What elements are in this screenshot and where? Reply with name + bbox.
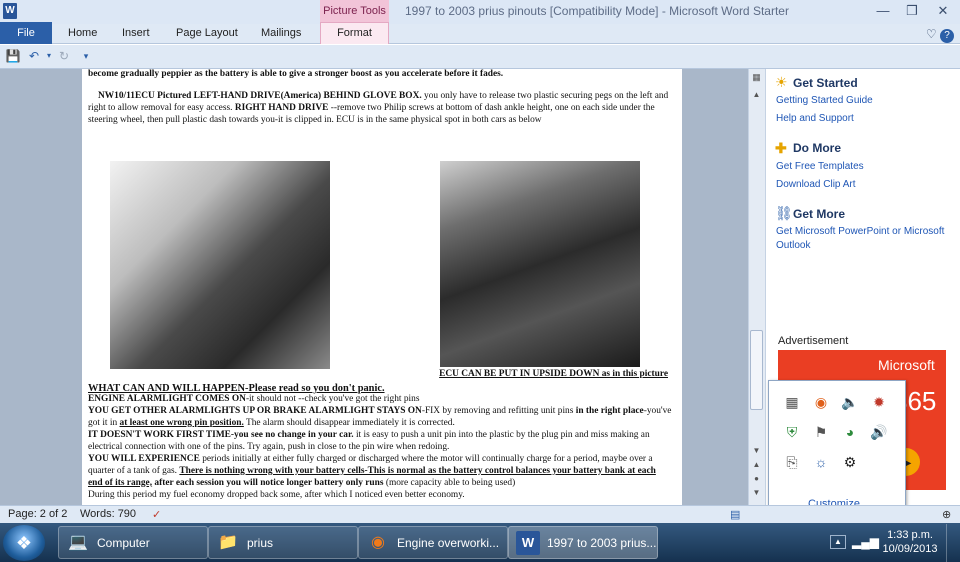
- minimize-ribbon-icon[interactable]: ♡: [926, 27, 937, 41]
- proofing-icon[interactable]: ✓: [152, 508, 161, 521]
- advertisement-label: Advertisement: [778, 335, 849, 347]
- word-app-icon[interactable]: W: [3, 3, 17, 19]
- clock-date: 10/09/2013: [882, 543, 938, 556]
- redo-icon[interactable]: ↻: [56, 48, 72, 64]
- status-bar: [0, 505, 960, 523]
- status-word-count[interactable]: Words: 790: [80, 508, 136, 520]
- link-help-and-support[interactable]: Help and Support: [776, 112, 854, 126]
- link-get-free-templates[interactable]: Get Free Templates: [776, 160, 864, 174]
- close-button[interactable]: ✕: [928, 2, 958, 20]
- doc-line-1-bold: ENGINE ALARMLIGHT COMES ON: [88, 394, 246, 404]
- taskbar-item-label: Engine overworki...: [397, 536, 500, 550]
- side-pane-heading-do-more: Do More: [793, 141, 841, 155]
- computer-icon: 💻: [68, 534, 88, 551]
- picture-tools-group-label: Picture Tools: [320, 0, 389, 22]
- gamepad-icon[interactable]: ⚙: [840, 452, 860, 472]
- gear-colorful-icon[interactable]: ✹: [869, 392, 889, 412]
- restore-button[interactable]: ❒: [897, 2, 927, 20]
- doc-line-2-bold3: at least one wrong pin position.: [119, 417, 244, 428]
- side-pane-heading-get-more: Get More: [793, 207, 846, 221]
- doc-line-3: IT DOESN'T WORK FIRST TIME-you see no ch…: [88, 430, 672, 454]
- shield-check-icon[interactable]: ⛨: [782, 422, 802, 442]
- doc-line-3-bold: IT DOESN'T WORK FIRST TIME-you see no ch…: [88, 430, 354, 440]
- doc-caption: ECU CAN BE PUT IN UPSIDE DOWN as in this…: [439, 369, 668, 379]
- print-layout-view-icon[interactable]: ▤: [730, 508, 740, 521]
- minimize-button[interactable]: —: [868, 2, 898, 20]
- speedometer-icon[interactable]: ◕: [840, 422, 860, 442]
- ruler-toggle-icon[interactable]: ▦: [750, 72, 763, 86]
- folder-icon: 📁: [218, 534, 238, 551]
- network-signal-icon[interactable]: ▂▄▆: [852, 535, 879, 549]
- doc-line-4-rest2: (more capacity able to being used): [383, 477, 516, 488]
- doc-line-2-rest: -FIX by removing and refitting unit pins: [421, 406, 576, 416]
- zoom-in-icon[interactable]: ⊕: [942, 508, 951, 521]
- start-button[interactable]: ❖: [3, 525, 45, 561]
- taskbar-clock[interactable]: 1:33 p.m. 10/09/2013: [877, 528, 943, 557]
- show-desktop-button[interactable]: [946, 524, 960, 562]
- customize-qat-icon[interactable]: ▾: [78, 48, 94, 64]
- doc-ecu-lead: NW10/11ECU Pictured LEFT-HAND DRIVE(Amer…: [98, 91, 422, 101]
- firefox-icon: ◉: [371, 534, 385, 551]
- save-icon[interactable]: 💾: [5, 48, 21, 64]
- link-download-clip-art[interactable]: Download Clip Art: [776, 178, 855, 192]
- doc-paragraph-ecu: NW10/11ECU Pictured LEFT-HAND DRIVE(Amer…: [88, 91, 672, 127]
- select-browse-object-icon[interactable]: ●: [750, 474, 763, 486]
- undo-dropdown-icon[interactable]: ▾: [41, 48, 57, 64]
- scroll-thumb[interactable]: [750, 330, 763, 410]
- show-hidden-icons-button[interactable]: ▲: [830, 535, 846, 549]
- usb-icon[interactable]: ⎘: [782, 452, 802, 472]
- volume-muted-icon[interactable]: 🔈: [840, 392, 860, 412]
- photo-ecu-plugs[interactable]: [440, 161, 640, 367]
- doc-line-1-rest: -it should not --check you've got the ri…: [245, 394, 420, 404]
- doc-line-4: YOU WILL EXPERIENCE periods initially at…: [88, 454, 672, 490]
- doc-rhd: RIGHT HAND DRIVE: [232, 102, 329, 113]
- document-page[interactable]: become gradually peppier as the battery …: [82, 69, 682, 505]
- taskbar-item-label: Computer: [97, 536, 150, 550]
- scroll-up-icon[interactable]: ▲: [750, 90, 763, 102]
- doc-line-4-bold2: after each session you will notice longe…: [152, 477, 384, 488]
- link-get-powerpoint-outlook[interactable]: Get Microsoft PowerPoint or Microsoft Ou…: [776, 225, 956, 253]
- ad-brand-text: Microsoft: [878, 357, 935, 373]
- update-icon[interactable]: ◉: [811, 392, 831, 412]
- clock-time: 1:33 p.m.: [887, 529, 933, 541]
- doc-line-2-bold2: in the right place: [575, 406, 644, 416]
- tab-format[interactable]: Format: [320, 22, 389, 44]
- flag-icon[interactable]: ⚑: [811, 422, 831, 442]
- side-pane-heading-get-started: Get Started: [793, 76, 858, 90]
- plus-icon: ✚: [775, 140, 787, 156]
- help-icon[interactable]: ?: [940, 29, 954, 43]
- previous-page-icon[interactable]: ▲: [750, 460, 763, 472]
- network-monitor-icon[interactable]: ▦: [782, 392, 802, 412]
- tab-insert[interactable]: Insert: [122, 27, 150, 39]
- cart-icon: ⛓: [775, 205, 793, 221]
- tab-home[interactable]: Home: [68, 27, 97, 39]
- undo-icon[interactable]: ↶: [26, 48, 42, 64]
- doc-line-1: ENGINE ALARMLIGHT COMES ON-it should not…: [88, 394, 672, 406]
- status-page-number[interactable]: Page: 2 of 2: [8, 508, 67, 520]
- scroll-down-icon[interactable]: ▼: [750, 446, 763, 458]
- word-icon: W: [516, 531, 540, 555]
- globe-icon[interactable]: ☼: [811, 452, 831, 472]
- doc-line-2-rest3: The alarm should disappear immediately i…: [243, 417, 455, 428]
- quick-access-toolbar: [0, 45, 960, 69]
- window-title: 1997 to 2003 prius pinouts [Compatibilit…: [405, 4, 789, 18]
- tab-page-layout[interactable]: Page Layout: [176, 27, 238, 39]
- lightbulb-icon: ☀: [775, 74, 788, 90]
- doc-line-5: During this period my fuel economy dropp…: [88, 490, 465, 500]
- vertical-scrollbar[interactable]: [748, 69, 765, 505]
- taskbar-item-label: prius: [247, 536, 274, 550]
- doc-line-4-bold: YOU WILL EXPERIENCE: [88, 454, 200, 464]
- doc-top-line: become gradually peppier as the battery …: [88, 69, 504, 79]
- speaker-icon[interactable]: 🔊: [869, 422, 889, 442]
- next-page-icon[interactable]: ▼: [750, 488, 763, 500]
- doc-line-2: YOU GET OTHER ALARMLIGHTS UP OR BRAKE AL…: [88, 406, 672, 430]
- tab-mailings[interactable]: Mailings: [261, 27, 301, 39]
- ribbon-help-controls[interactable]: ♡ ?: [926, 27, 954, 43]
- tab-file[interactable]: File: [0, 22, 52, 44]
- doc-line-2-bold: YOU GET OTHER ALARMLIGHTS UP OR BRAKE AL…: [88, 406, 422, 416]
- photo-glovebox[interactable]: [110, 161, 330, 369]
- link-getting-started-guide[interactable]: Getting Started Guide: [776, 94, 873, 108]
- taskbar-item-label: 1997 to 2003 prius...: [547, 536, 657, 550]
